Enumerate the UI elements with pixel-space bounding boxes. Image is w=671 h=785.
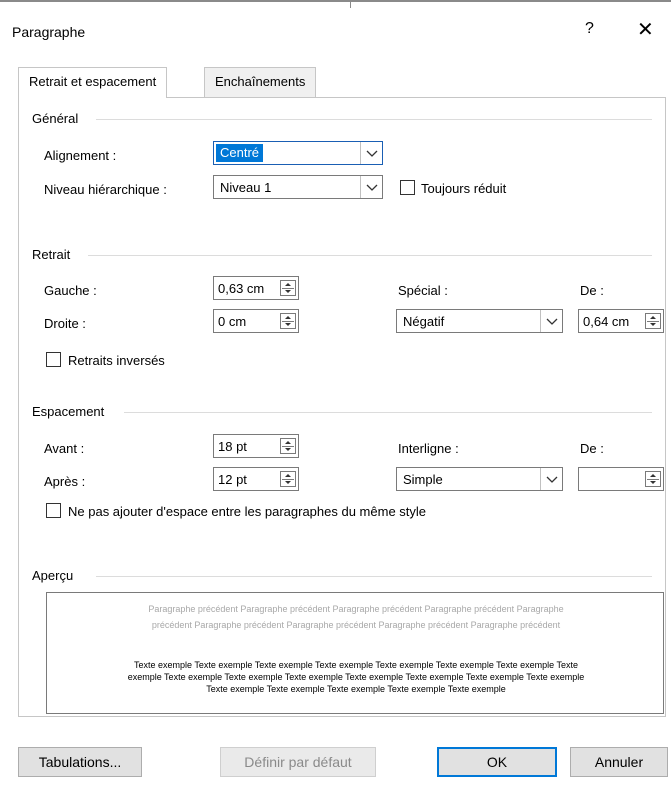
chevron-down-icon xyxy=(540,310,562,332)
indent-right-spinner[interactable]: 0 cm xyxy=(213,309,299,333)
space-after-spinner[interactable]: 12 pt xyxy=(213,467,299,491)
tab-line-page-breaks[interactable]: Enchaînements xyxy=(204,67,317,97)
chevron-down-icon xyxy=(360,142,382,164)
spin-buttons[interactable] xyxy=(645,313,661,329)
dialog-title: Paragraphe xyxy=(12,24,86,40)
mirror-indents-label: Retraits inversés xyxy=(68,353,165,368)
indent-left-label: Gauche : xyxy=(44,283,97,298)
indent-left-value: 0,63 cm xyxy=(218,281,265,296)
general-divider xyxy=(96,119,652,120)
spin-buttons[interactable] xyxy=(280,313,296,329)
preview-sample-line: exemple Texte exemple Texte exemple Text… xyxy=(127,672,585,682)
space-before-spinner[interactable]: 18 pt xyxy=(213,434,299,458)
close-icon[interactable]: ✕ xyxy=(637,17,654,42)
space-after-value: 12 pt xyxy=(218,472,247,487)
collapsed-checkbox[interactable] xyxy=(400,180,415,195)
preview-previous-line: Paragraphe précédent Paragraphe précéden… xyxy=(148,604,564,614)
preview-sample-line: Texte exemple Texte exemple Texte exempl… xyxy=(133,660,579,670)
help-icon[interactable]: ? xyxy=(585,20,594,38)
line-spacing-at-spinner[interactable] xyxy=(578,467,664,491)
indent-right-value: 0 cm xyxy=(218,314,247,329)
chevron-down-icon xyxy=(540,468,562,490)
no-space-same-style-checkbox[interactable] xyxy=(46,503,61,518)
indent-left-spinner[interactable]: 0,63 cm xyxy=(213,276,299,300)
line-spacing-select[interactable]: Simple xyxy=(396,467,563,491)
no-space-same-style-label: Ne pas ajouter d'espace entre les paragr… xyxy=(68,504,427,519)
spacing-divider xyxy=(124,412,652,413)
spin-buttons[interactable] xyxy=(280,280,296,296)
line-spacing-at-label: De : xyxy=(580,441,604,456)
space-after-label: Après : xyxy=(44,474,86,489)
preview-divider xyxy=(96,576,652,577)
preview-section-label: Aperçu xyxy=(32,568,80,583)
preview-previous-line: précédent Paragraphe précédent Paragraph… xyxy=(151,620,561,630)
tab-indents-spacing-label: Retrait et espacement xyxy=(29,74,157,89)
outline-level-value: Niveau 1 xyxy=(220,180,272,195)
indentation-divider xyxy=(88,255,652,256)
outline-level-label: Niveau hiérarchique : xyxy=(44,182,167,197)
tab-indents-spacing[interactable]: Retrait et espacement xyxy=(18,67,168,98)
alignment-select[interactable]: Centré xyxy=(213,141,383,165)
chevron-down-icon xyxy=(360,176,382,198)
alignment-label: Alignement : xyxy=(44,148,117,163)
paragraph-preview: Paragraphe précédent Paragraphe précéden… xyxy=(46,592,664,714)
indent-by-value: 0,64 cm xyxy=(583,314,630,329)
outline-level-select[interactable]: Niveau 1 xyxy=(213,175,383,199)
space-before-value: 18 pt xyxy=(218,439,247,454)
mirror-indents-checkbox[interactable] xyxy=(46,352,61,367)
line-spacing-value: Simple xyxy=(403,472,443,487)
space-before-label: Avant : xyxy=(44,441,85,456)
line-spacing-label: Interligne : xyxy=(398,441,459,456)
spin-buttons[interactable] xyxy=(280,438,296,454)
special-select[interactable]: Négatif xyxy=(396,309,563,333)
tabs-button[interactable]: Tabulations... xyxy=(18,747,142,777)
general-section-label: Général xyxy=(32,111,85,126)
alignment-value: Centré xyxy=(216,144,264,162)
tab-line-page-breaks-label: Enchaînements xyxy=(215,74,306,89)
indent-right-label: Droite : xyxy=(44,316,86,331)
indent-by-label: De : xyxy=(580,283,604,298)
indentation-section-label: Retrait xyxy=(32,247,77,262)
set-default-button[interactable]: Définir par défaut xyxy=(220,747,376,777)
ok-button[interactable]: OK xyxy=(437,747,557,777)
title-bar xyxy=(0,2,671,54)
indent-by-spinner[interactable]: 0,64 cm xyxy=(578,309,664,333)
special-label: Spécial : xyxy=(398,283,448,298)
preview-sample-line: Texte exemple Texte exemple Texte exempl… xyxy=(206,684,506,694)
spacing-section-label: Espacement xyxy=(32,404,111,419)
spin-buttons[interactable] xyxy=(280,471,296,487)
special-value: Négatif xyxy=(403,314,445,329)
cancel-button[interactable]: Annuler xyxy=(570,747,668,777)
collapsed-label: Toujours réduit xyxy=(421,181,507,196)
spin-buttons[interactable] xyxy=(645,471,661,487)
